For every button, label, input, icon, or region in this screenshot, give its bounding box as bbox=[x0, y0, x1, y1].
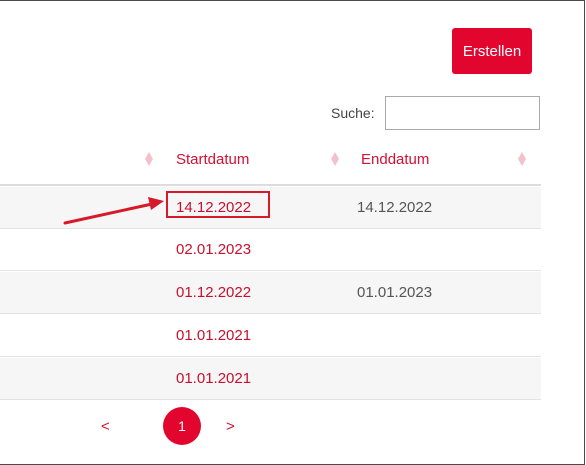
header-divider bbox=[0, 184, 541, 186]
red-arrow-icon bbox=[63, 197, 164, 225]
table-row: 01.01.2021 bbox=[0, 315, 541, 357]
search-input[interactable] bbox=[385, 96, 540, 130]
sort-icon-prev-column[interactable] bbox=[145, 152, 153, 166]
table-row: 01.12.2022 01.01.2023 bbox=[0, 272, 541, 314]
table-row: 02.01.2023 bbox=[0, 229, 541, 271]
sort-icon-startdatum[interactable] bbox=[331, 152, 339, 166]
annotation-highlight-box bbox=[166, 191, 270, 218]
search-label: Suche: bbox=[331, 105, 375, 121]
pagination-current-page[interactable]: 1 bbox=[163, 407, 201, 445]
startdatum-cell[interactable]: 01.01.2021 bbox=[176, 327, 251, 344]
startdatum-cell[interactable]: 01.01.2021 bbox=[176, 370, 251, 387]
column-header-enddatum[interactable]: Enddatum bbox=[361, 151, 429, 168]
enddatum-cell: 01.01.2023 bbox=[357, 284, 433, 301]
sort-icon-enddatum[interactable] bbox=[518, 152, 526, 166]
column-header-startdatum[interactable]: Startdatum bbox=[176, 151, 249, 168]
page-frame: Erstellen Suche: Startdatum Enddatum 14.… bbox=[0, 0, 585, 465]
startdatum-cell[interactable]: 02.01.2023 bbox=[176, 241, 251, 258]
enddatum-cell: 14.12.2022 bbox=[357, 199, 433, 216]
startdatum-cell[interactable]: 01.12.2022 bbox=[176, 284, 251, 301]
table-row: 01.01.2021 bbox=[0, 358, 541, 400]
create-button[interactable]: Erstellen bbox=[452, 28, 532, 74]
pagination-next-button[interactable]: > bbox=[226, 418, 235, 435]
pagination-prev-button[interactable]: < bbox=[101, 418, 110, 435]
